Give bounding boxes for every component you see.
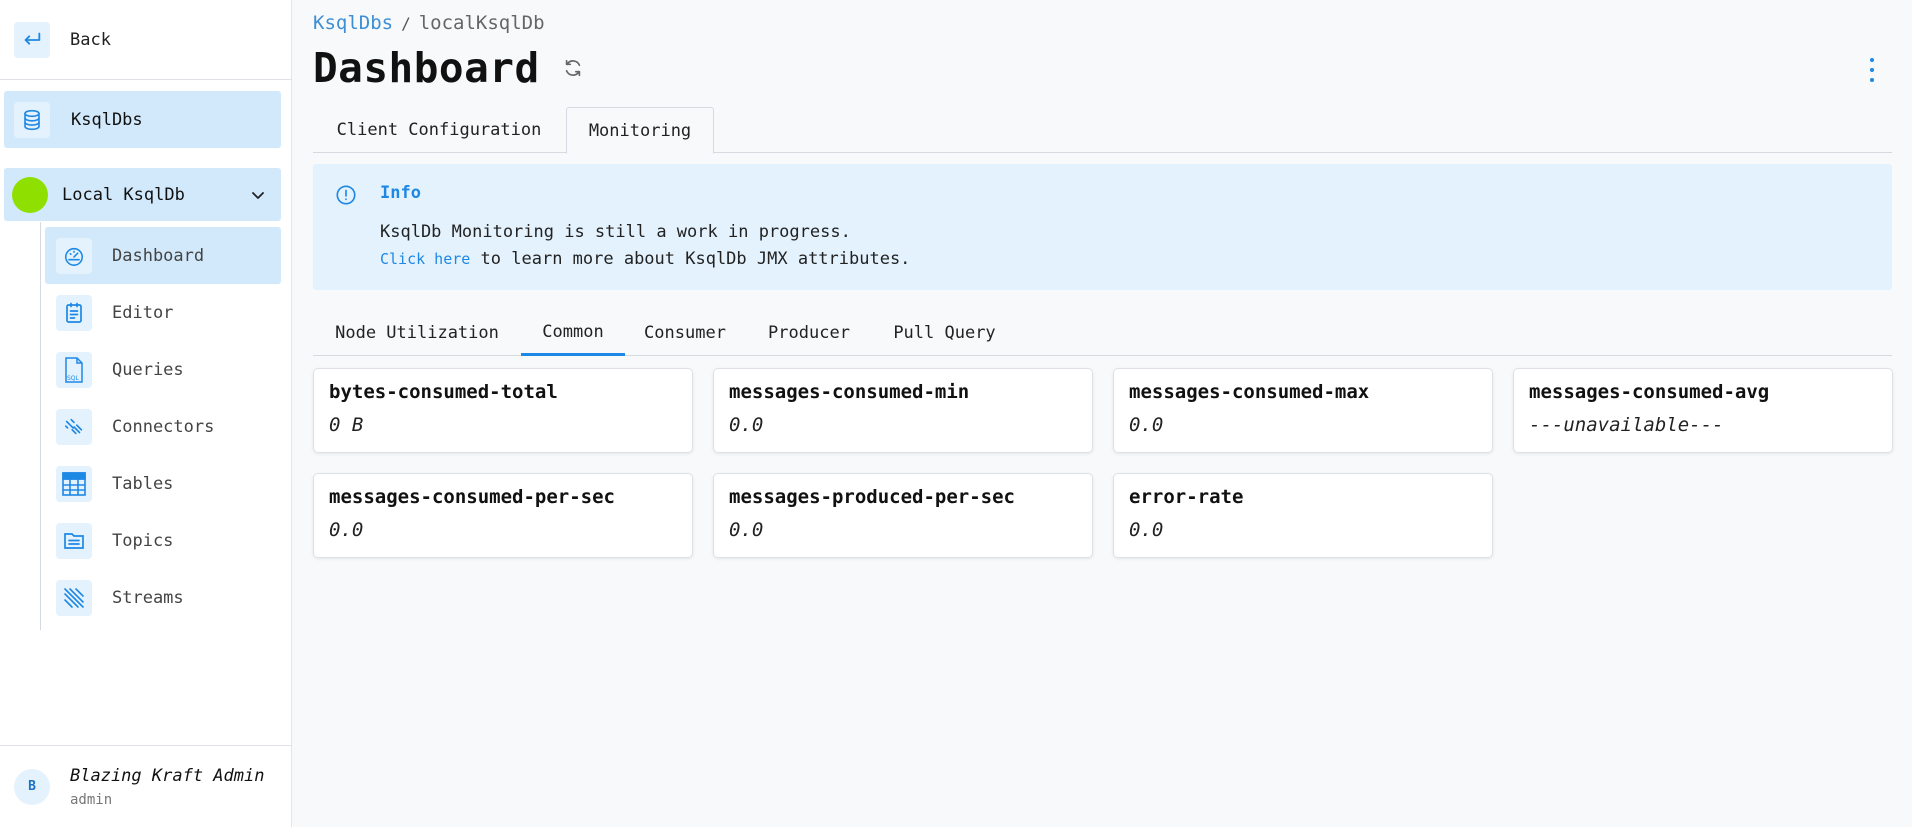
info-message: KsqlDb Monitoring is still a work in pro… bbox=[380, 222, 851, 242]
database-icon bbox=[14, 101, 50, 138]
chevron-down-icon[interactable] bbox=[249, 186, 267, 204]
sidebar-item-label: Connectors bbox=[112, 416, 215, 437]
metric-name: messages-consumed-max bbox=[1129, 381, 1370, 403]
metric-card: messages-produced-per-sec 0.0 bbox=[713, 473, 1093, 558]
back-arrow-icon bbox=[14, 21, 50, 58]
tab-node-utilization[interactable]: Node Utilization bbox=[313, 310, 521, 355]
dashboard-gauge-icon bbox=[56, 237, 92, 274]
environment-label: Local KsqlDb bbox=[62, 184, 185, 205]
sidebar: Back KsqlDbs Local KsqlDb Dashboard Edit… bbox=[0, 0, 292, 827]
editor-icon bbox=[56, 294, 92, 331]
sidebar-item-editor[interactable]: Editor bbox=[45, 284, 281, 341]
sidebar-item-dashboard[interactable]: Dashboard bbox=[45, 227, 281, 284]
sidebar-item-ksqldbs[interactable]: KsqlDbs bbox=[4, 91, 281, 148]
sidebar-item-connectors[interactable]: Connectors bbox=[45, 398, 281, 455]
breadcrumb: KsqlDbs / localKsqlDb bbox=[313, 12, 545, 34]
metric-tabs: Node Utilization Common Consumer Produce… bbox=[313, 310, 1892, 356]
connectors-icon bbox=[56, 408, 92, 445]
sidebar-item-queries[interactable]: SQL Queries bbox=[45, 341, 281, 398]
back-button[interactable]: Back bbox=[0, 0, 292, 80]
info-icon bbox=[336, 185, 356, 205]
metric-value: 0 B bbox=[329, 414, 364, 436]
jmx-docs-link[interactable]: Click here bbox=[380, 250, 470, 268]
info-title: Info bbox=[380, 183, 421, 203]
metric-card: messages-consumed-per-sec 0.0 bbox=[313, 473, 693, 558]
metric-value: 0.0 bbox=[729, 519, 764, 541]
tab-monitoring[interactable]: Monitoring bbox=[566, 107, 714, 154]
top-tabs: Client Configuration Monitoring bbox=[313, 107, 1892, 154]
tab-consumer[interactable]: Consumer bbox=[625, 310, 745, 355]
info-link-line: Click here to learn more about KsqlDb JM… bbox=[380, 249, 910, 269]
tab-common[interactable]: Common bbox=[521, 310, 625, 356]
more-options-icon[interactable] bbox=[1867, 58, 1877, 82]
sidebar-item-label: Tables bbox=[112, 473, 174, 494]
sidebar-item-label: KsqlDbs bbox=[71, 109, 143, 130]
user-role: admin bbox=[70, 791, 113, 808]
metric-name: messages-consumed-per-sec bbox=[329, 486, 615, 508]
user-name: Blazing Kraft Admin bbox=[70, 765, 265, 786]
info-link-suffix: to learn more about KsqlDb JMX attribute… bbox=[470, 249, 911, 269]
metric-name: error-rate bbox=[1129, 486, 1244, 508]
sidebar-subnav: Dashboard Editor SQL Queries Connectors … bbox=[45, 227, 281, 626]
metric-name: messages-consumed-min bbox=[729, 381, 970, 403]
metric-card: messages-consumed-min 0.0 bbox=[713, 368, 1093, 453]
sidebar-item-label: Dashboard bbox=[112, 245, 205, 266]
environment-selector[interactable]: Local KsqlDb bbox=[4, 168, 281, 221]
sidebar-item-label: Topics bbox=[112, 530, 174, 551]
metric-value: ---unavailable--- bbox=[1529, 414, 1724, 436]
metric-value: 0.0 bbox=[1129, 414, 1164, 436]
metric-card: error-rate 0.0 bbox=[1113, 473, 1493, 558]
back-label: Back bbox=[70, 29, 111, 50]
breadcrumb-separator: / bbox=[401, 13, 411, 33]
breadcrumb-ksqldbs-link[interactable]: KsqlDbs bbox=[313, 12, 393, 34]
breadcrumb-current: localKsqlDb bbox=[418, 12, 545, 34]
refresh-icon[interactable] bbox=[562, 57, 584, 79]
tab-pull-query[interactable]: Pull Query bbox=[873, 310, 1016, 355]
subnav-divider bbox=[40, 222, 41, 630]
metric-name: bytes-consumed-total bbox=[329, 381, 558, 403]
table-icon bbox=[56, 465, 92, 502]
metric-value: 0.0 bbox=[1129, 519, 1164, 541]
topics-icon bbox=[56, 522, 92, 559]
avatar: B bbox=[14, 768, 50, 805]
sql-file-icon: SQL bbox=[56, 351, 92, 388]
sidebar-item-label: Streams bbox=[112, 587, 184, 608]
info-alert: Info KsqlDb Monitoring is still a work i… bbox=[313, 164, 1892, 290]
environment-color-dot bbox=[12, 176, 48, 213]
sidebar-item-streams[interactable]: Streams bbox=[45, 569, 281, 626]
metric-value: 0.0 bbox=[329, 519, 364, 541]
sidebar-item-label: Editor bbox=[112, 302, 174, 323]
metric-card: bytes-consumed-total 0 B bbox=[313, 368, 693, 453]
tab-client-configuration[interactable]: Client Configuration bbox=[313, 107, 565, 153]
metric-card: messages-consumed-max 0.0 bbox=[1113, 368, 1493, 453]
metric-name: messages-produced-per-sec bbox=[729, 486, 1015, 508]
streams-icon bbox=[56, 579, 92, 616]
sidebar-item-topics[interactable]: Topics bbox=[45, 512, 281, 569]
main-content: KsqlDbs / localKsqlDb Dashboard Client C… bbox=[293, 0, 1912, 827]
svg-text:SQL: SQL bbox=[67, 375, 80, 382]
metric-card: messages-consumed-avg ---unavailable--- bbox=[1513, 368, 1893, 453]
page-title: Dashboard bbox=[313, 44, 540, 92]
sidebar-item-label: Queries bbox=[112, 359, 184, 380]
metric-name: messages-consumed-avg bbox=[1529, 381, 1770, 403]
metric-value: 0.0 bbox=[729, 414, 764, 436]
user-profile[interactable]: B Blazing Kraft Admin admin bbox=[0, 745, 292, 827]
sidebar-item-tables[interactable]: Tables bbox=[45, 455, 281, 512]
tab-producer[interactable]: Producer bbox=[745, 310, 873, 355]
